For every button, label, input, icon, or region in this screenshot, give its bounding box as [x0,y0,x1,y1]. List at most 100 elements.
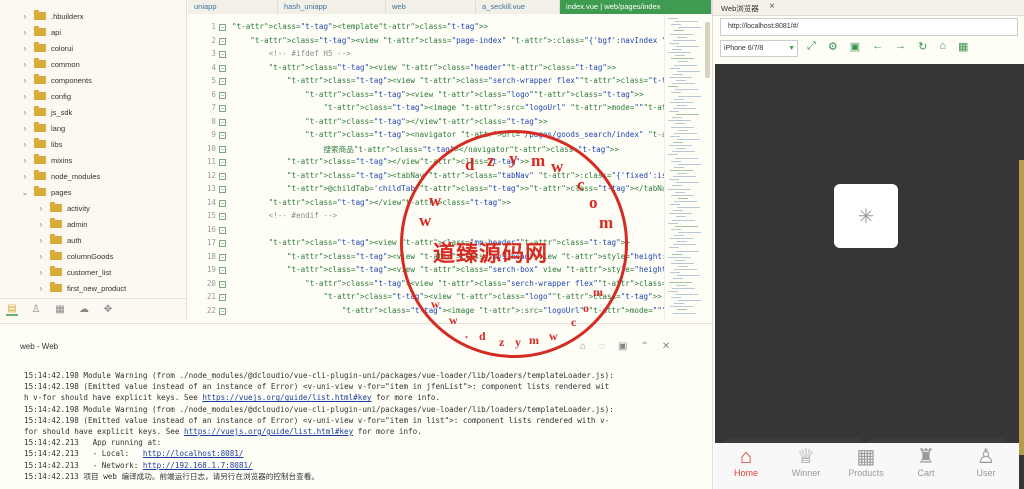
fold-icon[interactable]: − [219,186,226,193]
device-select[interactable]: iPhone 6/7/8 ▼ [720,40,798,57]
tree-item[interactable]: › first_new_product [36,280,126,296]
fold-icon[interactable]: − [219,240,226,247]
fold-icon[interactable]: − [219,226,226,234]
screenshot-icon[interactable]: ⤢ [807,40,816,58]
console-link[interactable]: https://vuejs.org/guide/list.html#key [202,393,371,402]
fold-icon[interactable]: − [219,307,226,315]
fold-icon[interactable]: − [219,267,226,274]
tree-item[interactable]: › auth [36,232,82,248]
tab-hash-uniapp[interactable]: hash_uniapp [278,0,386,14]
fold-icon[interactable]: − [219,51,226,58]
chevron-right-icon[interactable]: › [36,252,46,261]
chevron-right-icon[interactable]: › [20,60,30,69]
lock-icon[interactable]: ⌂ [939,40,946,58]
close-icon[interactable]: ✕ [662,341,670,352]
chevron-right-icon[interactable]: › [20,140,30,149]
tree-item[interactable]: › customer_list [36,264,111,280]
chevron-right-icon[interactable]: › [20,172,30,181]
back-icon[interactable]: ← [872,40,883,58]
collapse-icon[interactable]: ⌃ [640,341,648,352]
cloud-icon[interactable]: ☁ [78,304,90,315]
chevron-down-icon[interactable]: ⌄ [20,188,30,197]
fold-icon[interactable]: − [219,213,226,220]
nav-home[interactable]: ⌂ Home [719,447,773,479]
fold-icon[interactable]: − [219,37,226,45]
chevron-right-icon[interactable]: › [20,108,30,117]
git-icon[interactable]: ♙ [30,304,42,315]
tree-item[interactable]: › columnGoods [36,248,113,264]
nav-user[interactable]: ♙ User [959,447,1013,479]
plugin-icon[interactable]: ✥ [102,304,114,315]
tree-item[interactable]: › common [20,56,80,72]
chevron-right-icon[interactable]: › [20,12,30,21]
lock-icon[interactable]: ⌂ [580,341,586,352]
nav-cart[interactable]: ♜ Cart [899,447,953,479]
tree-item[interactable]: › lang [20,120,65,136]
preview-scrollbar[interactable] [1019,160,1024,455]
tab-seckill[interactable]: a_seckill.vue [476,0,560,14]
console-link[interactable]: http://localhost:8081/ [143,449,244,458]
fold-icon[interactable]: − [219,199,226,207]
tree-item[interactable]: › node_modules [20,168,100,184]
filter-icon[interactable]: ◌ [599,341,605,352]
fold-icon[interactable]: − [219,172,226,180]
console-link[interactable]: https://vuejs.org/guide/list.html#key [184,427,353,436]
database-icon[interactable]: ▦ [54,304,66,315]
code-line[interactable]: 7− "t-attr">class="t-tag"><image "t-attr… [188,103,712,115]
code-line[interactable]: 10− 搜索商品"t-attr">class="t-tag"></navigat… [188,144,664,156]
chevron-right-icon[interactable]: › [20,28,30,37]
url-input[interactable]: http://localhost:8081/#/ [720,18,1018,36]
code-line[interactable]: 9− "t-attr">class="t-tag"><navigator "t-… [188,130,712,142]
forward-icon[interactable]: → [895,40,906,58]
tree-item[interactable]: › api [20,24,61,40]
chevron-right-icon[interactable]: › [36,268,46,277]
code-line[interactable]: 8− "t-attr">class="t-tag"></view"t-attr"… [188,117,664,129]
clear-icon[interactable]: ▣ [618,341,627,352]
fold-icon[interactable]: − [219,280,226,288]
chevron-right-icon[interactable]: › [36,284,46,293]
fold-icon[interactable]: − [219,145,226,153]
console-tab[interactable]: web - Web [20,342,58,351]
nav-winner[interactable]: ♕ Winner [779,447,833,479]
code-line[interactable]: 6− "t-attr">class="t-tag"><view "t-attr"… [188,90,664,102]
fold-icon[interactable]: − [219,78,226,85]
tree-item[interactable]: › js_sdk [20,104,72,120]
fold-icon[interactable]: − [219,91,226,99]
console-link[interactable]: http://192.168.1.7:8081/ [143,461,253,470]
fold-icon[interactable]: − [219,132,226,139]
tree-item[interactable]: › config [20,88,71,104]
chevron-right-icon[interactable]: › [20,156,30,165]
chevron-right-icon[interactable]: › [20,44,30,53]
qr-icon[interactable]: ▦ [958,40,968,58]
fold-icon[interactable]: − [219,159,226,166]
chevron-right-icon[interactable]: › [36,220,46,229]
code-line[interactable]: 5− "t-attr">class="t-tag"><view "t-attr"… [188,76,689,88]
chevron-right-icon[interactable]: › [20,92,30,101]
code-line[interactable]: 1− "t-attr">class="t-tag"><template"t-att… [188,22,664,34]
console-icon[interactable]: ▣ [850,40,860,58]
tab-uniapp[interactable]: uniapp [188,0,278,14]
console-output[interactable]: 15:14:42.198 Module Warning (from ./node… [0,365,712,489]
tree-item[interactable]: › admin [36,216,87,232]
fold-icon[interactable]: − [219,64,226,72]
settings-icon[interactable]: ⚙ [828,40,838,58]
fold-icon[interactable]: − [219,294,226,301]
tree-item[interactable]: › components [20,72,92,88]
folder-icon[interactable]: ▤ [6,303,18,316]
close-icon[interactable]: × [769,1,775,12]
fold-icon[interactable]: − [219,118,226,126]
tree-item[interactable]: › colorui [20,40,73,56]
tree-item[interactable]: › mixins [20,152,72,168]
chevron-right-icon[interactable]: › [20,124,30,133]
nav-products[interactable]: ▦ Products [839,447,893,479]
tab-index-vue[interactable]: index.vue | web/pages/index [560,0,712,14]
tree-item[interactable]: › libs [20,136,62,152]
editor-scrollbar[interactable] [705,22,710,78]
browser-tab-title[interactable]: Web浏览器 [721,3,759,14]
tree-item[interactable]: › .hbuilderx [20,8,84,24]
fold-icon[interactable]: − [219,24,226,31]
code-line[interactable]: 4− "t-attr">class="t-tag"><view "t-attr"… [188,63,664,75]
tree-item[interactable]: ⌄ pages [20,184,71,200]
code-line[interactable]: 3− <!-- #ifdef H5 --> [188,49,664,61]
tree-item[interactable]: › activity [36,200,90,216]
